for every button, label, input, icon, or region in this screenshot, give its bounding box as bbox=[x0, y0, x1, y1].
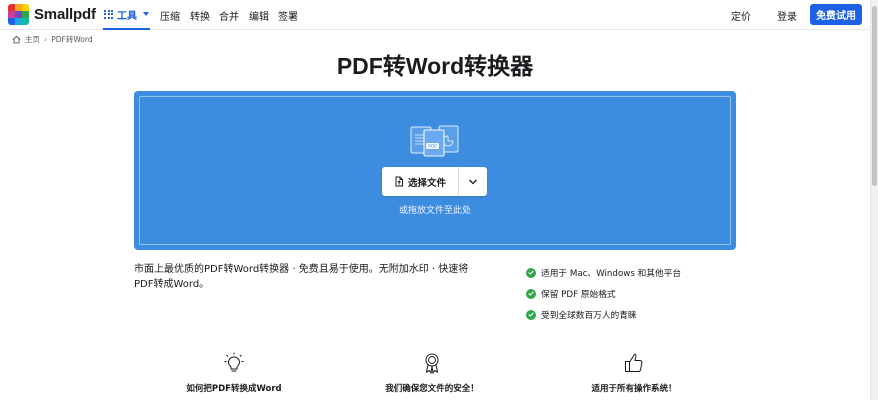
feature-text: 保留 PDF 原始格式 bbox=[541, 290, 616, 300]
home-icon bbox=[12, 35, 21, 44]
login-link[interactable]: 登录 bbox=[777, 0, 797, 30]
file-source-dropdown[interactable] bbox=[459, 167, 487, 196]
breadcrumb: 主页 › PDF转Word bbox=[12, 34, 93, 45]
breadcrumb-current[interactable]: PDF转Word bbox=[51, 34, 92, 45]
feature-list: 适用于 Mac、Windows 和其他平台 保留 PDF 原始格式 受到全球数百… bbox=[526, 262, 681, 325]
file-icon bbox=[395, 176, 403, 187]
drop-hint-text: 或拖放文件至此处 bbox=[398, 206, 471, 216]
chevron-down-icon bbox=[143, 12, 149, 16]
page-title: PDF转Word转换器 bbox=[336, 53, 534, 79]
nav-sign[interactable]: 签署 bbox=[278, 0, 298, 30]
pdf-badge-text: PDF bbox=[428, 144, 437, 149]
choose-file-label: 选择文件 bbox=[407, 177, 446, 189]
check-circle-icon bbox=[526, 288, 536, 299]
award-icon bbox=[425, 353, 439, 374]
info-card-security[interactable]: 我们确保您文件的安全！ bbox=[332, 352, 532, 394]
card-title: 我们确保您文件的安全！ bbox=[385, 384, 479, 394]
nav-compress[interactable]: 压缩 bbox=[160, 0, 180, 30]
free-trial-button[interactable]: 免费试用 bbox=[810, 4, 862, 25]
feature-item: 保留 PDF 原始格式 bbox=[526, 283, 681, 304]
brand-name: Smallpdf bbox=[34, 6, 96, 23]
choose-file-button[interactable]: 选择文件 bbox=[382, 167, 458, 196]
info-card-os[interactable]: 适用于所有操作系统！ bbox=[534, 352, 734, 394]
breadcrumb-home[interactable]: 主页 bbox=[25, 34, 40, 45]
logo[interactable]: Smallpdf bbox=[8, 4, 96, 25]
top-navbar: Smallpdf 工具 压缩 转换 合并 编辑 签署 定价 登录 免费试用 bbox=[0, 0, 870, 30]
tools-menu-button[interactable]: 工具 bbox=[103, 0, 150, 30]
pricing-link[interactable]: 定价 bbox=[731, 0, 751, 30]
lightbulb-icon bbox=[224, 352, 244, 372]
feature-item: 适用于 Mac、Windows 和其他平台 bbox=[526, 262, 681, 283]
chevron-down-icon bbox=[469, 179, 477, 184]
thumbs-up-icon bbox=[625, 353, 643, 372]
card-title: 适用于所有操作系统！ bbox=[591, 384, 677, 394]
tool-description: 市面上最优质的PDF转Word转换器 · 免费且易于使用。无附加水印 · 快速将… bbox=[134, 264, 469, 290]
smallpdf-logo-icon bbox=[8, 4, 29, 25]
feature-text: 适用于 Mac、Windows 和其他平台 bbox=[541, 269, 682, 279]
choose-file-control: 选择文件 bbox=[382, 167, 487, 196]
check-circle-icon bbox=[526, 309, 536, 320]
nav-merge[interactable]: 合并 bbox=[219, 0, 239, 30]
scrollbar-thumb[interactable] bbox=[872, 6, 877, 186]
grid-icon bbox=[104, 9, 113, 19]
check-circle-icon bbox=[526, 267, 536, 278]
nav-convert[interactable]: 转换 bbox=[190, 0, 210, 30]
nav-edit[interactable]: 编辑 bbox=[249, 0, 269, 30]
page-scrollbar[interactable] bbox=[870, 0, 878, 400]
documents-illustration-icon: PDF bbox=[410, 125, 459, 157]
feature-item: 受到全球数百万人的青睐 bbox=[526, 304, 681, 325]
file-dropzone[interactable]: PDF 选择文件 或拖放文件至此处 bbox=[134, 91, 736, 250]
info-card-how-to[interactable]: 如何把PDF转换成Word bbox=[134, 352, 334, 394]
card-title: 如何把PDF转换成Word bbox=[186, 384, 282, 394]
feature-text: 受到全球数百万人的青睐 bbox=[541, 311, 637, 321]
tools-label: 工具 bbox=[117, 10, 137, 22]
breadcrumb-separator-icon: › bbox=[44, 35, 48, 44]
